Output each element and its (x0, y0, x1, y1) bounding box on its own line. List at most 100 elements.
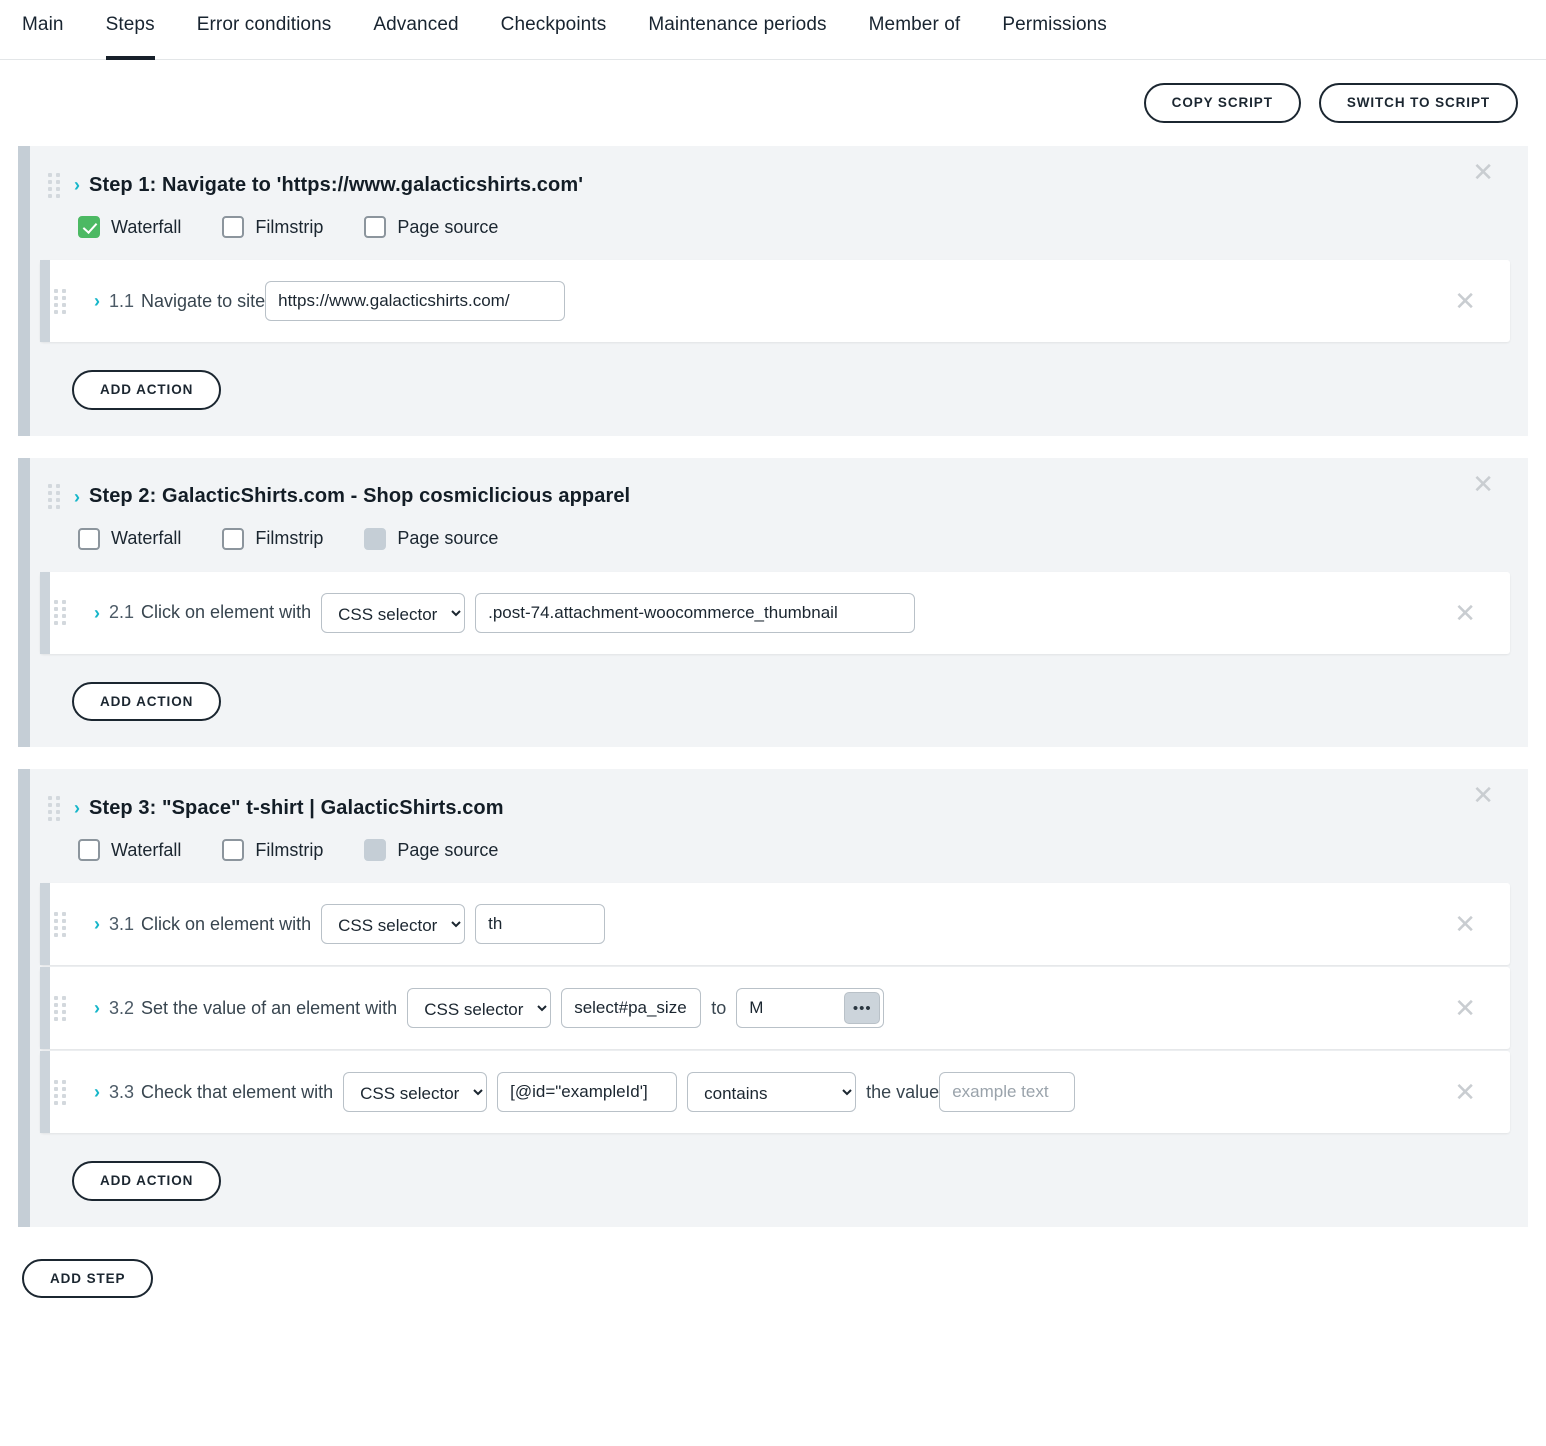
close-icon[interactable]: ✕ (1472, 782, 1494, 808)
step-card: › Step 3: "Space" t-shirt | GalacticShir… (18, 769, 1528, 1227)
tab-main[interactable]: Main (22, 0, 64, 60)
selector-value-input[interactable] (497, 1072, 678, 1112)
switch-to-script-button[interactable]: SWITCH TO SCRIPT (1318, 83, 1518, 123)
checkbox-box (222, 216, 245, 238)
close-icon[interactable]: ✕ (1454, 995, 1476, 1021)
action-content: › 3.1 Click on element with CSS selector… (80, 904, 1510, 944)
add-action-container: ADD ACTION (18, 656, 1528, 748)
script-toolbar: COPY SCRIPT SWITCH TO SCRIPT (0, 60, 1546, 146)
checkbox-label: Page source (397, 839, 499, 860)
add-action-button[interactable]: ADD ACTION (72, 1161, 222, 1201)
tab-maintenance-periods[interactable]: Maintenance periods (648, 0, 826, 60)
add-action-button[interactable]: ADD ACTION (72, 681, 222, 721)
chevron-right-icon[interactable]: › (74, 488, 80, 506)
checkbox-label: Page source (397, 528, 499, 548)
checkbox-box (222, 839, 245, 861)
step-options: Waterfall Filmstrip Page source (18, 510, 1528, 572)
checkbox-filmstrip[interactable]: Filmstrip (222, 216, 323, 238)
more-options-button[interactable]: ••• (844, 992, 881, 1024)
tab-member-of[interactable]: Member of (869, 0, 961, 60)
selector-type-select[interactable]: CSS selectorXPathIDNameLink text (321, 592, 466, 633)
action-row: › 1.1 Navigate to site ✕ (40, 260, 1510, 342)
chevron-right-icon[interactable]: › (94, 915, 100, 933)
action-label: Set the value of an element with (141, 997, 398, 1018)
add-action-button[interactable]: ADD ACTION (72, 370, 222, 410)
selector-value-input[interactable] (475, 592, 916, 633)
expected-value-input[interactable] (939, 1072, 1076, 1112)
close-icon[interactable]: ✕ (1454, 288, 1476, 314)
tab-permissions[interactable]: Permissions (1002, 0, 1107, 60)
add-action-container: ADD ACTION (18, 344, 1528, 436)
checkbox-waterfall[interactable]: Waterfall (78, 216, 181, 238)
checkbox-label: Filmstrip (255, 528, 324, 548)
add-step-button[interactable]: ADD STEP (22, 1258, 154, 1298)
step-header: › Step 2: GalacticShirts.com - Shop cosm… (18, 458, 1528, 510)
chevron-right-icon[interactable]: › (74, 799, 80, 817)
action-list: › 3.1 Click on element with CSS selector… (18, 883, 1528, 1133)
checkbox-box (78, 216, 100, 238)
chevron-right-icon[interactable]: › (94, 1083, 100, 1101)
tab-advanced[interactable]: Advanced (373, 0, 458, 60)
drag-handle-icon[interactable] (54, 1079, 68, 1105)
condition-select[interactable]: containsequalsdoes not containmatches (687, 1072, 857, 1112)
checkbox-label: Filmstrip (255, 216, 324, 237)
tab-steps[interactable]: Steps (105, 0, 155, 60)
action-number: 3.3 (109, 1081, 135, 1102)
drag-handle-icon[interactable] (54, 600, 68, 626)
close-icon[interactable]: ✕ (1472, 471, 1494, 497)
checkbox-page-source[interactable]: Page source (364, 216, 498, 238)
step-header: › Step 1: Navigate to 'https://www.galac… (18, 146, 1528, 198)
selector-value-input[interactable] (475, 904, 606, 944)
checkbox-page-source[interactable]: Page source (364, 527, 499, 550)
action-label: Click on element with (141, 913, 312, 934)
drag-handle-icon[interactable] (48, 484, 62, 510)
chevron-right-icon[interactable]: › (74, 176, 80, 194)
checkbox-filmstrip[interactable]: Filmstrip (222, 839, 323, 861)
action-label: Click on element with (141, 602, 312, 622)
step-card: › Step 2: GalacticShirts.com - Shop cosm… (18, 457, 1528, 748)
drag-handle-icon[interactable] (54, 288, 68, 314)
close-icon[interactable]: ✕ (1454, 1079, 1476, 1105)
steps-list: › Step 1: Navigate to 'https://www.galac… (0, 146, 1546, 1227)
drag-handle-icon[interactable] (48, 795, 62, 821)
copy-script-button[interactable]: COPY SCRIPT (1143, 83, 1301, 123)
action-row: › 3.3 Check that element with CSS select… (40, 1051, 1510, 1133)
checkbox-waterfall[interactable]: Waterfall (78, 839, 181, 861)
action-label: Check that element with (141, 1081, 334, 1102)
step-title: Step 3: "Space" t-shirt | GalacticShirts… (89, 796, 504, 819)
checkbox-label: Page source (397, 216, 499, 237)
tab-checkpoints[interactable]: Checkpoints (501, 0, 607, 60)
add-step-container: ADD STEP (0, 1249, 1546, 1298)
checkbox-filmstrip[interactable]: Filmstrip (222, 527, 324, 550)
selector-value-input[interactable] (561, 988, 702, 1028)
drag-handle-icon[interactable] (54, 995, 68, 1021)
action-content: › 3.3 Check that element with CSS select… (80, 1072, 1510, 1112)
step-card: › Step 1: Navigate to 'https://www.galac… (18, 146, 1528, 436)
action-row: › 3.2 Set the value of an element with C… (40, 967, 1510, 1049)
action-number: 2.1 (109, 602, 135, 622)
checkbox-page-source[interactable]: Page source (364, 839, 498, 861)
close-icon[interactable]: ✕ (1454, 911, 1476, 937)
checkbox-box (364, 839, 387, 861)
value-combo: ••• (736, 988, 885, 1028)
action-joiner: the value (866, 1081, 940, 1102)
close-icon[interactable]: ✕ (1472, 159, 1494, 185)
close-icon[interactable]: ✕ (1454, 600, 1476, 626)
checkbox-box (364, 527, 387, 550)
chevron-right-icon[interactable]: › (94, 292, 100, 310)
step-title: Step 2: GalacticShirts.com - Shop cosmic… (89, 485, 631, 507)
selector-type-select[interactable]: CSS selectorXPathIDNameLink text (321, 904, 466, 944)
action-label: Navigate to site (141, 290, 266, 311)
checkbox-box (78, 527, 100, 550)
checkbox-waterfall[interactable]: Waterfall (78, 527, 182, 550)
checkbox-label: Waterfall (111, 528, 182, 548)
drag-handle-icon[interactable] (54, 911, 68, 937)
drag-handle-icon[interactable] (48, 172, 62, 198)
navigate-url-input[interactable] (265, 281, 566, 321)
action-content: › 2.1 Click on element with CSS selector… (80, 592, 1510, 633)
tab-error-conditions[interactable]: Error conditions (197, 0, 332, 60)
chevron-right-icon[interactable]: › (94, 999, 100, 1017)
chevron-right-icon[interactable]: › (94, 604, 100, 622)
selector-type-select[interactable]: CSS selectorXPathIDNameLink text (407, 988, 552, 1028)
selector-type-select[interactable]: CSS selectorXPathIDNameLink text (343, 1072, 488, 1112)
